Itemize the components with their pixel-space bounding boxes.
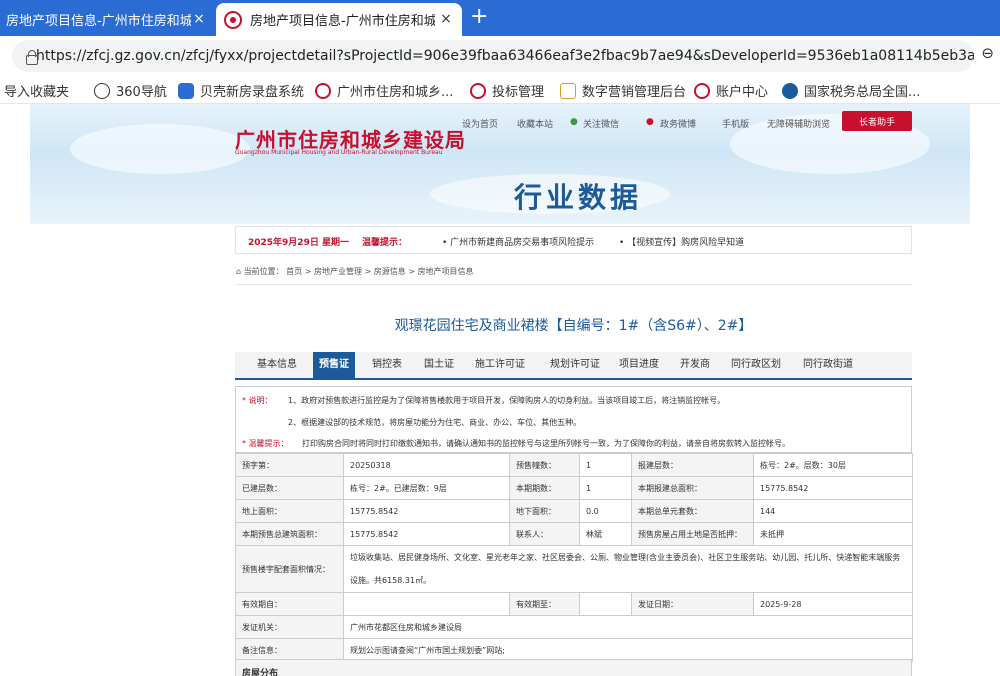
divider (235, 284, 912, 285)
notice-item[interactable]: • 广州市新建商品房交易事项风险提示 (442, 235, 594, 248)
zoom-icon[interactable]: ⊖ (981, 44, 994, 62)
tab-sales-control[interactable]: 销控表 (361, 352, 413, 378)
new-tab-button[interactable]: + (470, 4, 488, 29)
bookmark-gz-housing[interactable]: 广州市住房和城乡... (315, 81, 453, 100)
bookmark-account[interactable]: 账户中心 (694, 81, 768, 100)
table-row: 发证机关： 广州市花都区住房和城乡建设局 (235, 615, 913, 639)
address-bar[interactable]: https://zfcj.gz.gov.cn/zfcj/fyxx/project… (12, 40, 974, 72)
site-logo-en: Guangzhou Municipal Housing and Urban-Ru… (235, 149, 443, 156)
browser-tab-1[interactable]: 房地产项目信息-广州市住房和城乡 × (0, 3, 215, 36)
house-distribution-header: 房屋分布 (235, 659, 912, 676)
bookmark-360[interactable]: 360导航 (94, 81, 167, 100)
tab-basic-info[interactable]: 基本信息 (243, 352, 311, 378)
tab-same-street[interactable]: 同行政街道 (795, 352, 861, 378)
browser-tab-2-active[interactable]: 房地产项目信息-广州市住房和城乡 × (216, 3, 462, 36)
globe-icon (94, 82, 110, 99)
tab-title: 房地产项目信息-广州市住房和城乡 (6, 14, 191, 29)
tab-planning-permit[interactable]: 规划许可证 (537, 352, 613, 378)
table-row: 预字第： 20250318 预售幢数： 1 报建层数： 栋号：2#。层数：30层 (235, 453, 913, 477)
tab-same-district[interactable]: 同行政区划 (725, 352, 787, 378)
shell-icon (178, 82, 194, 99)
link-set-home[interactable]: 设为首页 (462, 117, 498, 130)
breadcrumb-item[interactable]: 房地产项目信息 (418, 267, 474, 276)
note-label: * 说明： (242, 396, 273, 405)
link-wechat[interactable]: 关注微信 (583, 117, 619, 130)
table-row: 预售楼宇配套面积情况： 垃圾收集站、居民健身场所、文化室、星光老年之家、社区居委… (235, 545, 913, 593)
url-text: https://zfcj.gz.gov.cn/zfcj/fyxx/project… (36, 48, 974, 64)
notice-bar: 2025年9月29日 星期一 温馨提示： • 广州市新建商品房交易事项风险提示 … (235, 226, 912, 254)
notice-date: 2025年9月29日 星期一 (248, 238, 349, 248)
emblem-icon (315, 82, 331, 99)
elder-assistant-button[interactable]: 长者助手 (842, 111, 912, 131)
bookmarks-bar: 导入收藏夹 360导航 贝壳新房录盘系统 广州市住房和城乡... 投标管理 数字… (0, 76, 1000, 104)
close-icon[interactable]: × (191, 11, 207, 27)
bookmark-marketing[interactable]: 数字营销管理后台 (560, 81, 686, 100)
banner-title: 行业数据 (514, 181, 643, 214)
project-title: 观璟花园住宅及商业裙楼【自编号：1#（含S6#）、2#】 (394, 318, 753, 334)
breadcrumb-item[interactable]: 房地产业管理 (314, 267, 362, 276)
notes-box: * 说明： 1、政府对预售款进行监控是为了保障将售楼款用于项目开发，保障购房人的… (235, 386, 912, 453)
banner-cloud (70, 124, 250, 174)
tab-developer[interactable]: 开发商 (667, 352, 723, 378)
bookmark-tax[interactable]: 国家税务总局全国... (782, 81, 920, 100)
page-content: 广州市住房和城乡建设局 Guangzhou Municipal Housing … (0, 104, 1000, 676)
bookmark-import[interactable]: 导入收藏夹 (4, 81, 69, 100)
link-accessibility[interactable]: 无障碍辅助浏览 (767, 117, 830, 130)
notice-tip-label: 温馨提示： (362, 238, 408, 248)
emblem-icon (224, 10, 242, 29)
home-icon (560, 82, 576, 99)
note-text: 打印购房合同时将同时打印缴款通知书，请确认通知书的监控帐号与这里所列帐号一致，为… (302, 439, 790, 448)
detail-tabs: 基本信息 预售证 销控表 国土证 施工许可证 规划许可证 项目进度 开发商 同行… (235, 352, 912, 380)
home-icon: ⌂ (236, 267, 242, 276)
table-row: 地上面积： 15775.8542 地下面积： 0.0 本期总单元套数： 144 (235, 499, 913, 523)
presale-detail: * 说明： 1、政府对预售款进行监控是为了保障将售楼款用于项目开发，保障购房人的… (235, 386, 913, 662)
note-label: * 温馨提示： (242, 439, 289, 448)
emblem-icon (694, 82, 710, 99)
weibo-icon: ● (646, 117, 654, 127)
tab-presale-cert[interactable]: 预售证 (313, 352, 355, 378)
emblem-icon (470, 82, 486, 99)
address-row: https://zfcj.gz.gov.cn/zfcj/fyxx/project… (0, 36, 1000, 76)
bookmark-bidding[interactable]: 投标管理 (470, 81, 544, 100)
close-icon[interactable]: × (438, 11, 454, 27)
table-row: 本期预售总建筑面积： 15775.8542 联系人： 林斌 预售房屋占用土地是否抵押… (235, 522, 913, 546)
note-text: 2、根据建设部的技术规范，将房屋功能分为住宅、商业、办公、车位、其他五种。 (288, 418, 582, 427)
tab-progress[interactable]: 项目进度 (613, 352, 665, 378)
presale-table: 预字第： 20250318 预售幢数： 1 报建层数： 栋号：2#。层数：30层 已建… (235, 453, 913, 662)
notice-item[interactable]: • 【视频宣传】购房风险早知道 (619, 235, 744, 248)
link-weibo[interactable]: 政务微博 (660, 117, 696, 130)
bookmark-beike[interactable]: 贝壳新房录盘系统 (178, 81, 304, 100)
search-icon (782, 82, 798, 99)
link-mobile[interactable]: 手机版 (722, 117, 749, 130)
tab-construction-permit[interactable]: 施工许可证 (467, 352, 533, 378)
wechat-icon: ● (570, 117, 578, 127)
tab-title: 房地产项目信息-广州市住房和城乡 (250, 14, 435, 29)
breadcrumb: ⌂ 当前位置： 首页 > 房地产业管理 > 房源信息 > 房地产项目信息 (236, 267, 474, 276)
browser-tab-bar: 房地产项目信息-广州市住房和城乡 × 房地产项目信息-广州市住房和城乡 × + (0, 0, 1000, 36)
link-bookmark[interactable]: 收藏本站 (517, 117, 553, 130)
tab-land-cert[interactable]: 国土证 (415, 352, 463, 378)
table-row: 已建层数： 栋号：2#。已建层数：9层 本期期数： 1 本期报建总面积： 15775.… (235, 476, 913, 500)
breadcrumb-item[interactable]: 首页 (286, 267, 302, 276)
note-text: 1、政府对预售款进行监控是为了保障将售楼款用于项目开发，保障购房人的切身利益。当… (288, 396, 726, 405)
breadcrumb-item[interactable]: 房源信息 (374, 267, 406, 276)
table-row: 有效期自： 有效期至： 发证日期： 2025-9-28 (235, 592, 913, 616)
